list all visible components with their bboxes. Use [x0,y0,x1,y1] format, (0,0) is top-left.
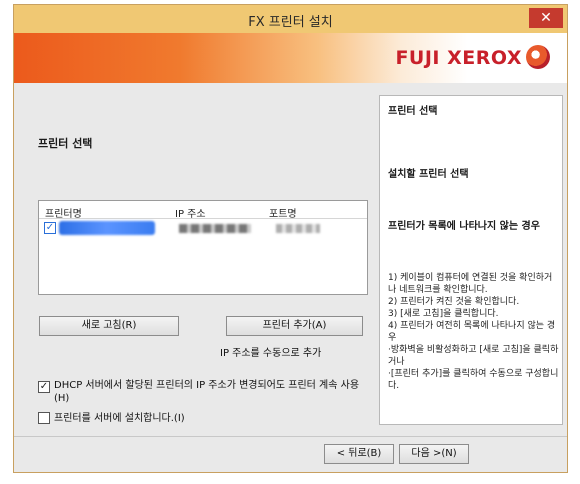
dhcp-option-label: DHCP 서버에서 할당된 프린터의 IP 주소가 변경되어도 프린터 계속 사… [54,380,360,404]
printer-row[interactable]: ✓ [41,220,365,237]
back-button[interactable]: < 뒤로(B) [324,444,394,464]
help-heading: 설치할 프린터 선택 [388,169,469,180]
list-header: 프린터명 IP 주소 포트명 [39,201,367,220]
xerox-sphere-icon [526,45,550,69]
help-title: 프린터 선택 [388,106,438,117]
printer-row-checkbox[interactable]: ✓ [44,222,56,234]
help-panel: 프린터 선택 설치할 프린터 선택 프린터가 목록에 나타나지 않는 경우 1)… [379,95,563,425]
window-title: FX 프린터 설치 [248,15,333,30]
next-button[interactable]: 다음 >(N) [399,444,469,464]
help-subheading: 프린터가 목록에 나타나지 않는 경우 [388,221,540,232]
installer-window: FX 프린터 설치 ✕ FUJI XEROX 프린터 선택 프린터명 IP 주소… [13,4,568,473]
close-button[interactable]: ✕ [529,8,563,28]
refresh-button[interactable]: 새로 고침(R) [39,316,179,336]
title-bar[interactable]: FX 프린터 설치 ✕ [14,5,567,33]
printer-name-redacted [59,221,155,235]
column-ip-address[interactable]: IP 주소 [175,205,206,220]
printer-selection-panel: 프린터 선택 프린터명 IP 주소 포트명 ✓ 새로 고침(R) 프린터 추가(… [20,89,372,429]
fuji-xerox-logo: FUJI XEROX [395,47,522,69]
section-title: 프린터 선택 [38,137,93,150]
server-install-checkbox[interactable] [38,412,50,424]
footer-divider [14,436,567,437]
add-printer-button[interactable]: 프린터 추가(A) [226,316,363,336]
help-instructions: 1) 케이블이 컴퓨터에 연결된 것을 확인하거나 네트워크를 확인합니다. 2… [388,273,559,391]
brand-banner: FUJI XEROX [14,33,567,83]
ip-address-redacted [179,224,251,233]
server-install-option[interactable]: 프린터를 서버에 설치합니다.(I) [38,412,368,425]
dhcp-checkbox[interactable]: ✓ [38,381,50,393]
dhcp-option[interactable]: ✓ DHCP 서버에서 할당된 프린터의 IP 주소가 변경되어도 프린터 계속… [38,379,368,405]
server-install-label: 프린터를 서버에 설치합니다.(I) [54,413,185,424]
printer-list[interactable]: 프린터명 IP 주소 포트명 ✓ [38,200,368,295]
column-printer-name[interactable]: 프린터명 [45,205,82,220]
column-port-name[interactable]: 포트명 [269,205,297,220]
manual-ip-label: IP 주소를 수동으로 추가 [220,348,322,359]
port-name-redacted [276,224,320,233]
